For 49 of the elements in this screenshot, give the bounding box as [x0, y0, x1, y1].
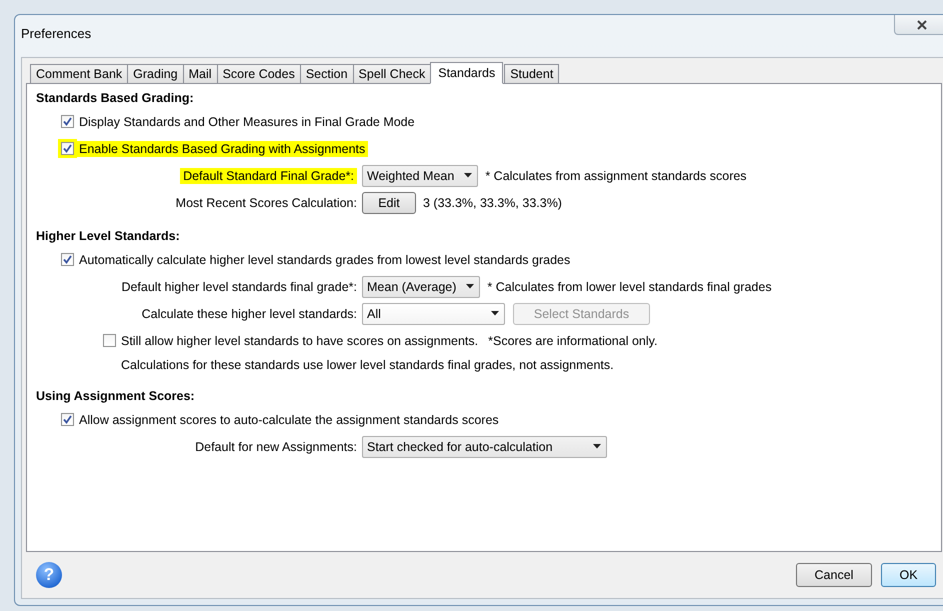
checkbox-label: Automatically calculate higher level standards grades from lowest level standards grades — [79, 252, 570, 266]
caret-icon — [466, 284, 474, 289]
info-text: *Scores are informational only. — [488, 334, 658, 348]
checkbox-label: Still allow higher level standards to have scores on assignments. — [121, 334, 478, 348]
tab[interactable]: Student — [504, 64, 560, 84]
field-label: Default higher level standards final grade*: — [121, 280, 357, 294]
field-label: Default for new Assignments: — [195, 440, 357, 454]
check-icon — [63, 117, 72, 126]
dropdown[interactable]: Start checked for auto-calculation — [362, 436, 607, 458]
caret-icon — [491, 311, 499, 316]
hint-text: * Calculates from assignment standards scores — [485, 168, 747, 182]
tab[interactable]: Standards — [430, 62, 504, 84]
field-label: Most Recent Scores Calculation: — [176, 196, 357, 210]
checkbox[interactable] — [61, 413, 74, 426]
tab[interactable]: Grading — [127, 64, 184, 84]
tab[interactable]: Mail — [182, 64, 218, 84]
tab[interactable]: Comment Bank — [30, 64, 128, 84]
checkbox-label: Allow assignment scores to auto-calculate the assignment standards scores — [79, 412, 499, 426]
checkbox[interactable] — [103, 334, 116, 347]
section-heading: Higher Level Standards: — [36, 228, 181, 245]
edit-button[interactable]: Edit — [362, 192, 416, 214]
check-icon — [63, 144, 72, 153]
caret-icon — [464, 173, 472, 178]
hint-text: * Calculates from lower level standards final grades — [487, 280, 772, 294]
window-title: Preferences — [21, 26, 92, 41]
checkbox[interactable] — [61, 142, 74, 155]
caret-icon — [593, 444, 601, 449]
section-heading: Using Assignment Scores: — [36, 388, 196, 405]
checkbox[interactable] — [61, 115, 74, 128]
dropdown[interactable]: Mean (Average) — [362, 276, 480, 298]
tab[interactable]: Section — [300, 64, 354, 84]
tab[interactable]: Score Codes — [216, 64, 301, 84]
section-heading: Standards Based Grading: — [36, 90, 195, 107]
tab[interactable]: Spell Check — [352, 64, 432, 84]
close-button[interactable] — [894, 15, 943, 35]
checkbox-label: Enable Standards Based Grading with Assignments — [76, 140, 368, 156]
value-text: 3 (33.3%, 33.3%, 33.3%) — [423, 196, 562, 210]
dropdown[interactable]: Weighted Mean — [362, 164, 478, 186]
checkbox-label: Display Standards and Other Measures in Final Grade Mode — [79, 114, 415, 128]
close-icon — [916, 20, 928, 30]
check-icon — [63, 415, 72, 424]
check-icon — [63, 255, 72, 264]
field-label: Calculate these higher level standards: — [142, 306, 357, 320]
dialog-button[interactable]: OK — [881, 563, 936, 587]
info-text: Calculations for these standards use lower level standards final grades, not assignments. — [121, 358, 614, 372]
dialog-button[interactable]: Cancel — [796, 563, 872, 587]
field-label: Default Standard Final Grade*: — [180, 168, 357, 184]
dropdown[interactable]: All — [362, 302, 505, 324]
checkbox[interactable] — [61, 253, 74, 266]
